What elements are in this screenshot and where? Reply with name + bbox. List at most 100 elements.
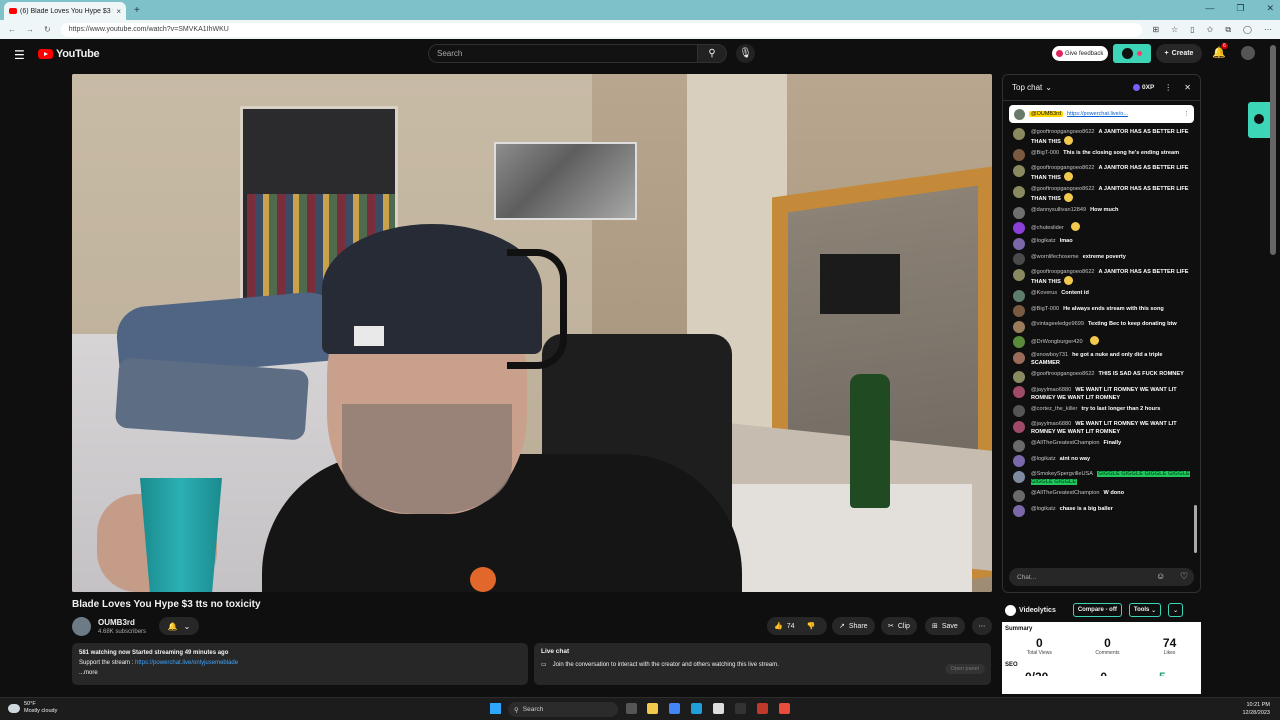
chat-author[interactable]: @gooftroopgangoeo8622 <box>1031 129 1095 135</box>
create-button[interactable]: + Create <box>1156 44 1202 63</box>
favorite-star-icon[interactable]: ☆ <box>1171 25 1178 35</box>
forward-icon[interactable]: → <box>26 25 34 34</box>
reload-icon[interactable]: ↻ <box>44 25 51 34</box>
chat-author[interactable]: @cortez_the_killer <box>1031 406 1077 412</box>
hamburger-menu-icon[interactable]: ☰ <box>14 48 25 62</box>
description-box[interactable]: 581 watching now Started streaming 49 mi… <box>72 643 528 685</box>
chat-message[interactable]: @AllTheGreatestChampion Finally <box>1003 438 1200 454</box>
chat-author[interactable]: @Koverus <box>1031 290 1057 296</box>
app-icon[interactable] <box>735 703 746 714</box>
chat-message[interactable]: @BigT-000 He always ends stream with this… <box>1003 303 1200 319</box>
chat-author[interactable]: @AllTheGreatestChampion <box>1031 440 1099 446</box>
chat-author[interactable]: @jayylmao6880 <box>1031 387 1071 393</box>
new-tab-button[interactable]: + <box>134 5 140 16</box>
tools-dropdown[interactable]: Tools ⌄ <box>1128 603 1162 617</box>
chat-author[interactable]: @wornlifechoseme <box>1031 254 1079 260</box>
chat-author[interactable]: @vintageeledge9699 <box>1031 321 1084 327</box>
maximize-button[interactable]: ❐ <box>1236 3 1244 14</box>
chat-author[interactable]: @DrWongburger420 <box>1031 339 1083 345</box>
edge-icon[interactable] <box>691 703 702 714</box>
youtube-logo[interactable]: YouTube <box>38 48 100 60</box>
side-extension-button[interactable] <box>1248 102 1270 138</box>
chat-author[interactable]: @jayylmao6880 <box>1031 421 1071 427</box>
search-button[interactable]: ⚲ <box>697 44 727 63</box>
chat-message[interactable]: @logikatz chase is a big baller <box>1003 503 1200 519</box>
chat-author[interactable]: @BigT-000 <box>1031 150 1059 156</box>
chat-close-icon[interactable]: ✕ <box>1184 83 1191 92</box>
chat-author[interactable]: @logikatz <box>1031 238 1056 244</box>
close-window-button[interactable]: ✕ <box>1266 3 1274 14</box>
subscription-bell-button[interactable]: 🔔 ⌄ <box>159 617 199 635</box>
tab-close-icon[interactable]: × <box>116 7 121 16</box>
chat-message[interactable]: @cortez_the_killer try to last longer tha… <box>1003 403 1200 419</box>
chat-author[interactable]: @gooftroopgangoeo8622 <box>1031 165 1095 171</box>
save-button[interactable]: ⊞ Save <box>925 617 965 635</box>
chat-message[interactable]: @dannysullivan12849 How much <box>1003 205 1200 221</box>
channel-name[interactable]: OUMB3rd <box>98 618 135 627</box>
chat-author[interactable]: @gooftroopgangoeo8622 <box>1031 371 1095 377</box>
chat-message[interactable]: @jayylmao6880 WE WANT LIT ROMNEY WE WANT … <box>1003 419 1200 438</box>
chat-author[interactable]: @logikatz <box>1031 506 1056 512</box>
more-icon[interactable]: ⋯ <box>1264 25 1272 35</box>
share-button[interactable]: ↗ Share <box>832 617 875 635</box>
weather-widget[interactable]: 50°F Mostly cloudy <box>8 701 57 715</box>
open-panel-button[interactable]: Open panel <box>944 664 985 674</box>
more-actions-button[interactable]: ⋯ <box>972 617 992 635</box>
back-icon[interactable]: ← <box>8 25 16 34</box>
description-more-button[interactable]: ...more <box>79 668 521 678</box>
chat-message[interactable]: @gooftroopgangoeo8622 A JANITOR HAS AS BE… <box>1003 163 1200 184</box>
browser-tab[interactable]: (6) Blade Loves You Hype $3 tts × <box>4 2 126 20</box>
chat-input[interactable]: Chat... ☺ ♡ <box>1009 568 1194 586</box>
chat-author[interactable]: @logikatz <box>1031 456 1056 462</box>
chevron-down-icon[interactable]: ⌄ <box>1045 83 1052 92</box>
chat-message[interactable]: @BigT-000 This is the closing song he's e… <box>1003 147 1200 163</box>
chat-author[interactable]: @SmokeySpergvilleUSA <box>1031 471 1093 477</box>
split-icon[interactable]: ▯ <box>1190 25 1194 35</box>
app-icon-3[interactable] <box>779 703 790 714</box>
file-explorer-icon[interactable] <box>647 703 658 714</box>
chat-message[interactable]: @wornlifechoseme extreme poverty <box>1003 251 1200 267</box>
url-field[interactable]: https://www.youtube.com/watch?v=SMVKA1Ih… <box>60 22 1143 37</box>
emoji-icon[interactable]: ☺ <box>1156 571 1165 581</box>
compare-toggle[interactable]: Compare - off <box>1072 603 1122 617</box>
chat-author[interactable]: @snowboy731 <box>1031 352 1068 358</box>
taskbar-search[interactable]: ⚲ Search <box>508 702 618 717</box>
heart-icon[interactable]: ♡ <box>1180 571 1188 582</box>
chat-message[interactable]: @chuteslider <box>1003 220 1200 236</box>
chat-author[interactable]: @gooftroopgangoeo8622 <box>1031 269 1095 275</box>
chat-message[interactable]: @gooftroopgangoeo8622 A JANITOR HAS AS BE… <box>1003 184 1200 205</box>
favorites-icon[interactable]: ✩ <box>1207 25 1214 35</box>
reader-icon[interactable]: ⊞ <box>1152 25 1159 35</box>
chat-message[interactable]: @gooftroopgangoeo8622 THIS IS SAD AS FUCK… <box>1003 369 1200 385</box>
dislike-icon[interactable]: 👎 <box>807 622 816 630</box>
chat-message[interactable]: @gooftroopgangoeo8622 A JANITOR HAS AS BE… <box>1003 267 1200 288</box>
oxp-badge[interactable]: 0XP <box>1133 84 1154 91</box>
chat-message[interactable]: @DrWongburger420 <box>1003 334 1200 350</box>
chat-message[interactable]: @logikatz lmao <box>1003 236 1200 252</box>
like-icon[interactable]: 👍 <box>774 622 783 630</box>
chat-message[interactable]: @logikatz aint no way <box>1003 453 1200 469</box>
chat-message[interactable]: @Koverus Content id <box>1003 288 1200 304</box>
chat-message[interactable]: @vintageeledge9699 Texting Bec to keep do… <box>1003 319 1200 335</box>
chat-message[interactable]: @jayylmao6880 WE WANT LIT ROMNEY WE WANT … <box>1003 384 1200 403</box>
extension-button[interactable] <box>1113 44 1151 63</box>
app-icon-2[interactable] <box>757 703 768 714</box>
support-link[interactable]: https://powerchat.live/onlyjusemeblade <box>135 660 238 666</box>
voice-search-button[interactable]: 🎙 <box>736 44 755 63</box>
chat-more-icon[interactable]: ⋮ <box>1164 83 1172 92</box>
chat-message[interactable]: @gooftroopgangoeo8622 A JANITOR HAS AS BE… <box>1003 126 1200 147</box>
chrome-icon[interactable] <box>669 703 680 714</box>
system-clock[interactable]: 10:21 PM 12/28/2023 <box>1242 701 1270 717</box>
minimize-button[interactable]: — <box>1205 3 1214 14</box>
windows-start-icon[interactable] <box>490 703 501 714</box>
give-feedback-button[interactable]: Give feedback <box>1052 46 1108 61</box>
clip-button[interactable]: ✂ Clip <box>881 617 917 635</box>
chat-scrollbar[interactable] <box>1194 505 1197 553</box>
chat-author[interactable]: @AllTheGreatestChampion <box>1031 490 1099 496</box>
pinned-message[interactable]: @OUMB3rd https://powerchat.live/o... ⋮ <box>1009 105 1194 123</box>
pinned-more-icon[interactable]: ⋮ <box>1184 111 1190 117</box>
chat-author[interactable]: @gooftroopgangoeo8622 <box>1031 186 1095 192</box>
chat-message[interactable]: @snowboy731 he got a nuke and only did a … <box>1003 350 1200 369</box>
search-input[interactable]: Search <box>428 44 698 63</box>
video-player[interactable] <box>72 74 992 592</box>
